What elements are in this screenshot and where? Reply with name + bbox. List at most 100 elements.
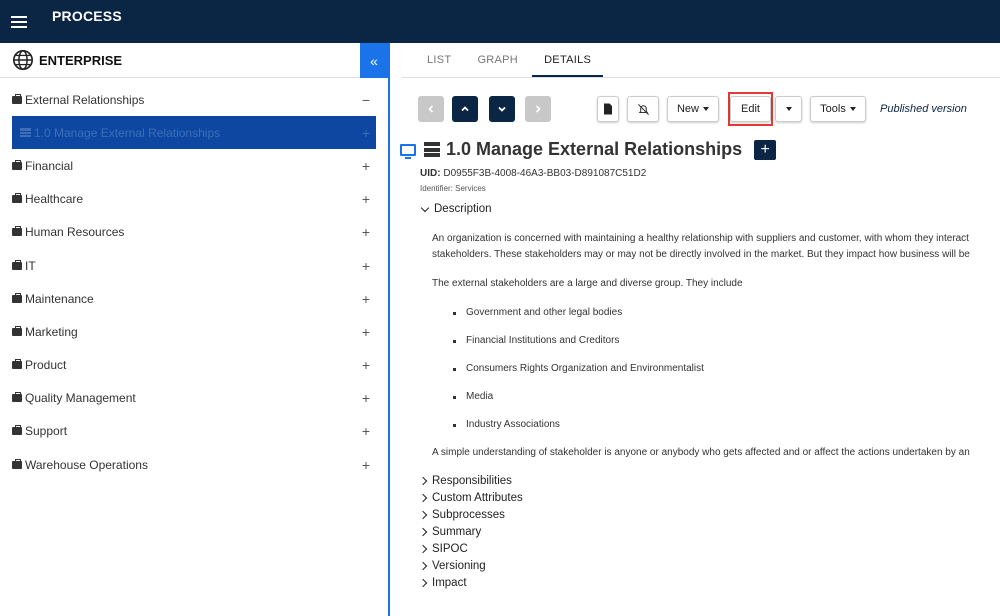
tab-details[interactable]: DETAILS: [532, 43, 604, 77]
previous-button[interactable]: [418, 96, 444, 122]
plus-icon: +: [760, 140, 770, 158]
edit-dropdown-button[interactable]: [775, 96, 802, 122]
tree-item-external-relationships[interactable]: External Relationships −: [0, 83, 388, 116]
section-summary[interactable]: Summary: [418, 523, 523, 540]
section-sipoc[interactable]: SIPOC: [418, 540, 523, 557]
description-paragraph: A simple understanding of stakeholder is…: [432, 447, 970, 458]
tree-item-label: Human Resources: [25, 225, 125, 240]
list-item: Government and other legal bodies: [453, 305, 1000, 333]
list-item: Industry Associations: [453, 417, 1000, 445]
next-button[interactable]: [525, 96, 551, 122]
tab-graph[interactable]: GRAPH: [477, 43, 518, 77]
description-paragraph: The external stakeholders are a large an…: [432, 278, 743, 289]
list-item-text: Consumers Rights Organization and Enviro…: [466, 363, 704, 374]
expand-toggle[interactable]: +: [362, 258, 370, 274]
section-label: Responsibilities: [432, 474, 512, 487]
caret-down-icon: [785, 107, 792, 111]
briefcase-icon: [12, 325, 22, 336]
tree: External Relationships − 1.0 Manage Exte…: [0, 83, 388, 481]
tree-item-label: Marketing: [25, 324, 78, 339]
chevron-right-icon: [418, 578, 428, 588]
section-label: Impact: [432, 577, 467, 590]
expand-toggle[interactable]: +: [362, 158, 370, 174]
tree-item-healthcare[interactable]: Healthcare +: [0, 183, 388, 216]
list-item-text: Government and other legal bodies: [466, 307, 623, 318]
section-subprocesses[interactable]: Subprocesses: [418, 506, 523, 523]
chevron-right-icon: [418, 544, 428, 554]
chevron-right-icon: [418, 476, 428, 485]
tree-item-support[interactable]: Support +: [0, 415, 388, 448]
tree-item-human-resources[interactable]: Human Resources +: [0, 216, 388, 249]
add-button[interactable]: +: [754, 139, 777, 160]
document-icon: [604, 103, 612, 115]
menu-icon[interactable]: [11, 15, 27, 28]
notifications-off-button[interactable]: [627, 96, 659, 122]
expand-toggle[interactable]: +: [362, 357, 370, 373]
briefcase-icon: [12, 259, 22, 270]
tree-item-marketing[interactable]: Marketing +: [0, 315, 388, 348]
tree-item-financial[interactable]: Financial +: [0, 149, 388, 182]
section-label: Versioning: [432, 560, 486, 573]
edit-button[interactable]: Edit: [730, 96, 771, 122]
tree-item-label: Maintenance: [25, 291, 94, 306]
section-label: Subprocesses: [432, 508, 505, 521]
list-item-text: Media: [466, 391, 494, 402]
move-up-button[interactable]: [452, 96, 478, 122]
chevron-right-icon: [418, 527, 428, 537]
move-down-button[interactable]: [489, 96, 515, 122]
tree-item-warehouse-operations[interactable]: Warehouse Operations +: [0, 448, 388, 481]
tab-bar: LIST GRAPH DETAILS: [402, 43, 1000, 78]
tree-item-quality-management[interactable]: Quality Management +: [0, 382, 388, 415]
sidebar-header: ENTERPRISE «: [0, 43, 388, 78]
briefcase-icon: [12, 93, 22, 104]
tab-list[interactable]: LIST: [427, 43, 451, 77]
list-item: Media: [453, 389, 1000, 417]
collapse-sidebar-button[interactable]: «: [360, 43, 388, 78]
chevron-up-icon: [461, 106, 469, 112]
briefcase-icon: [12, 458, 22, 469]
briefcase-icon: [12, 193, 22, 204]
expand-toggle[interactable]: +: [362, 291, 370, 307]
collapsible-sections: Responsibilities Custom Attributes Subpr…: [418, 472, 523, 592]
section-impact[interactable]: Impact: [418, 575, 523, 592]
section-responsibilities[interactable]: Responsibilities: [418, 472, 523, 489]
tree-item-maintenance[interactable]: Maintenance +: [0, 282, 388, 315]
server-icon: [424, 142, 440, 157]
tree-item-label: Financial: [25, 158, 74, 173]
detail-heading: 1.0 Manage External Relationships +: [400, 139, 777, 160]
chevron-left-icon: [428, 105, 434, 113]
expand-toggle[interactable]: +: [362, 423, 370, 439]
tools-button[interactable]: Tools: [810, 96, 866, 122]
tree-item-manage-external-relationships[interactable]: 1.0 Manage External Relationships +: [12, 116, 376, 150]
tree-item-label: IT: [25, 258, 36, 273]
list-item-text: Industry Associations: [466, 419, 560, 430]
edit-button-label: Edit: [741, 103, 760, 115]
chevron-right-icon: [535, 105, 541, 113]
section-label: Custom Attributes: [432, 491, 523, 504]
section-label: Summary: [432, 525, 482, 538]
caret-down-icon: [849, 107, 856, 111]
section-versioning[interactable]: Versioning: [418, 557, 523, 574]
tree-item-label: 1.0 Manage External Relationships: [34, 125, 221, 140]
section-custom-attributes[interactable]: Custom Attributes: [418, 489, 523, 506]
expand-toggle[interactable]: +: [362, 125, 370, 141]
app-header: PROCESS: [0, 0, 1000, 43]
expand-toggle[interactable]: +: [362, 324, 370, 340]
expand-toggle[interactable]: +: [362, 224, 370, 240]
briefcase-icon: [12, 425, 22, 436]
tree-item-product[interactable]: Product +: [0, 349, 388, 382]
chevron-right-icon: [418, 493, 428, 502]
briefcase-icon: [12, 226, 22, 237]
document-button[interactable]: [597, 96, 619, 122]
tree-item-it[interactable]: IT +: [0, 249, 388, 282]
expand-toggle[interactable]: +: [362, 457, 370, 473]
briefcase-icon: [12, 392, 22, 403]
expand-toggle[interactable]: +: [362, 390, 370, 406]
new-button[interactable]: New: [667, 96, 719, 122]
monitor-icon: [400, 143, 416, 159]
chevron-down-icon: [498, 106, 506, 112]
uid-value: D0955F3B-4008-46A3-BB03-D891087C51D2: [443, 168, 647, 179]
expand-toggle[interactable]: +: [362, 191, 370, 207]
description-toggle[interactable]: Description: [420, 203, 492, 215]
collapse-toggle[interactable]: −: [362, 92, 370, 108]
